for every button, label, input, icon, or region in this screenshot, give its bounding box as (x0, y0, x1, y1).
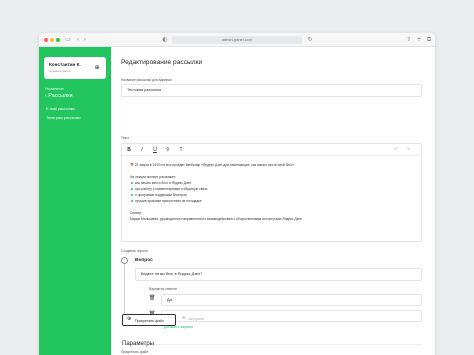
reload-icon[interactable]: ↻ (306, 36, 314, 44)
editor-bullet: как начать вести блог в Яндекс Дзен (135, 181, 192, 185)
user-card[interactable]: Константин К. Администратор ⊕ (44, 57, 106, 79)
name-field-label: Название рассылки для админки (121, 78, 172, 82)
answer-value: Да (167, 298, 172, 302)
undo-icon[interactable]: ↶ (392, 146, 400, 154)
sidebar-item-telegram[interactable]: Телеграм рассылки (46, 116, 80, 120)
params-title: Параметры (122, 341, 154, 347)
url-text: admin-panel.com (221, 37, 253, 42)
privacy-shield-icon: ◐ (162, 36, 168, 43)
mailing-name-input[interactable]: Тестовая рассылка (121, 84, 422, 97)
question-input[interactable]: Ведете ли вы блог в Яндекс Дзен? (135, 268, 422, 281)
attach-label: Прикрепить файл (121, 350, 149, 354)
section-title: Рассылки (48, 93, 73, 99)
address-bar[interactable]: admin-panel.com (172, 36, 302, 44)
answers-label: Варианты ответов (149, 287, 177, 291)
attach-button-label: Прикрепить файл (135, 318, 164, 323)
editor-line: 📅 21 марта в 19:00 по мск пройдет #вебин… (130, 163, 295, 167)
answer-input[interactable]: Да (161, 294, 422, 306)
bullet-icon (131, 182, 133, 184)
attach-plus-icon: ⊕ (127, 316, 132, 322)
forward-arrow-icon[interactable]: › (81, 36, 89, 44)
zoom-window-button[interactable] (56, 38, 60, 42)
editor-bullet: о программе поддержки блогеров (135, 193, 187, 197)
rich-text-editor[interactable]: B I U ⚲ T ↶ ↷ 📅 21 марта в 19:00 по мск … (121, 143, 422, 242)
editor-line: На лекции эксперт расскажет: (130, 175, 177, 179)
attach-hint-icon: ⊕ (182, 316, 186, 321)
bullet-icon (131, 200, 133, 202)
close-window-button[interactable] (44, 38, 48, 42)
page-title: Редактирование рассылки (121, 59, 203, 66)
browser-window: ▭ ‹ › ◐ admin-panel.com ↻ ⇧ + ⧉ Констант… (39, 33, 435, 355)
redo-icon[interactable]: ↷ (404, 146, 412, 154)
user-menu-icon[interactable]: ⊕ (92, 63, 102, 73)
poll-marker-icon (121, 257, 128, 264)
bullet-icon (131, 194, 133, 196)
editor-line: Спикер: (130, 211, 143, 215)
text-style-button[interactable]: T (177, 146, 185, 154)
sidebar-toggle-icon[interactable]: ▭ (64, 36, 72, 44)
attach-file-button[interactable]: ⊕ Прикрепить файл (122, 314, 176, 326)
attach-hint: Загрузить (188, 317, 204, 321)
editor-bullet: лучшие практики присутствия на площадке (135, 199, 202, 203)
section-divider (121, 344, 422, 345)
sidebar-item-email[interactable]: E-mail рассылки (46, 107, 75, 111)
back-to-mailings-link[interactable]: ‹ Рассылки (45, 93, 73, 99)
breadcrumb[interactable]: Управление (45, 87, 64, 91)
mailing-name-value: Тестовая рассылка (127, 88, 161, 92)
share-icon[interactable]: ⇧ (405, 36, 413, 44)
user-name: Константин К. (49, 62, 81, 67)
poll-section-label: Создание опроса (121, 249, 148, 253)
text-field-label: Текст (121, 136, 130, 140)
question-value: Ведете ли вы блог в Яндекс Дзен? (141, 272, 203, 276)
editor-toolbar: B I U ⚲ T ↶ ↷ (122, 144, 421, 156)
bold-button[interactable]: B (125, 146, 133, 154)
question-title: Вопрос (135, 258, 153, 263)
editor-bullet: про работу с комментариями и обратную св… (135, 187, 208, 191)
minimize-window-button[interactable] (50, 38, 54, 42)
tab-overview-icon[interactable]: ⧉ (425, 36, 433, 44)
link-icon[interactable]: ⚲ (164, 146, 172, 154)
editor-line: Мария Малышева, руководитель направления… (130, 217, 302, 221)
underline-button[interactable]: U (151, 146, 159, 154)
browser-toolbar: ▭ ‹ › ◐ admin-panel.com ↻ ⇧ + ⧉ (39, 33, 435, 47)
sidebar-extension (39, 330, 111, 355)
delete-answer-icon[interactable]: 🗑 (149, 295, 155, 302)
sidebar: Константин К. Администратор ⊕ Управление… (39, 47, 111, 355)
user-role: Администратор (49, 69, 71, 73)
italic-button[interactable]: I (138, 146, 146, 154)
new-tab-icon[interactable]: + (415, 36, 423, 44)
main-content: Редактирование рассылки Название рассылк… (111, 47, 435, 355)
bullet-icon (131, 188, 133, 190)
